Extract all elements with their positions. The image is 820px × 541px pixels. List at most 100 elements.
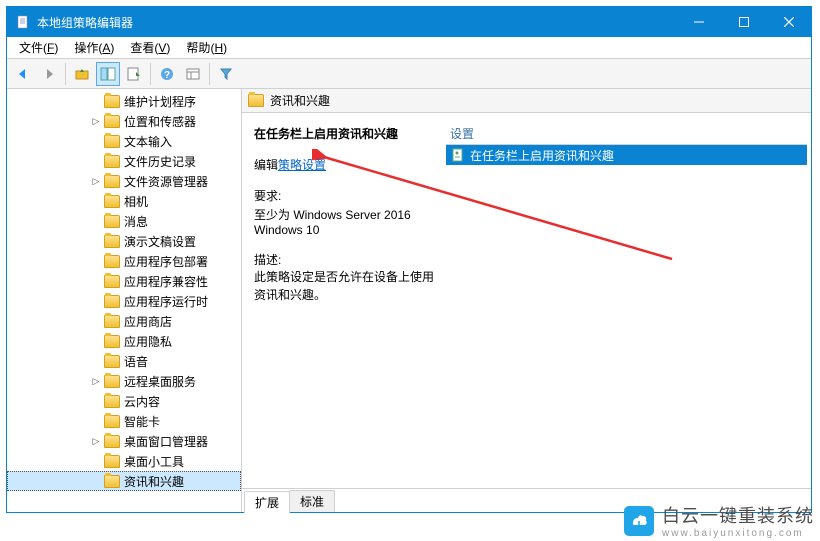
settings-row[interactable]: 在任务栏上启用资讯和兴趣 (446, 145, 807, 165)
content-area: 维护计划程序 ▷ 位置和传感器文本输入文件历史记录 ▷ 文件资源管理器相机消息演示文稿设… (7, 89, 811, 512)
menu-action[interactable]: 操作(A) (66, 37, 122, 58)
description-label: 描述: (254, 251, 438, 268)
tree-item-label: 资讯和兴趣 (124, 473, 184, 490)
tree-item[interactable]: ▷ 远程桌面服务 (7, 371, 241, 391)
current-folder-label: 资讯和兴趣 (270, 92, 330, 109)
tree-item[interactable]: 文件历史记录 (7, 151, 241, 171)
folder-icon (104, 455, 120, 468)
tree-item-label: 应用程序兼容性 (124, 273, 208, 290)
folder-icon (104, 175, 120, 188)
expand-icon[interactable]: ▷ (90, 175, 102, 187)
tree-item[interactable]: 云内容 (7, 391, 241, 411)
expand-spacer (90, 95, 102, 107)
tree-item[interactable]: 应用程序兼容性 (7, 271, 241, 291)
back-button[interactable] (11, 62, 35, 86)
maximize-button[interactable] (721, 7, 766, 37)
tree-item[interactable]: 桌面小工具 (7, 451, 241, 471)
app-icon (15, 14, 31, 30)
tree-item-label: 云内容 (124, 393, 160, 410)
requirements-label: 要求: (254, 187, 438, 204)
tree-item-label: 位置和传感器 (124, 113, 196, 130)
folder-icon (104, 275, 120, 288)
menubar: 文件(F) 操作(A) 查看(V) 帮助(H) (7, 37, 811, 59)
tree-item-label: 语音 (124, 353, 148, 370)
tree-item-label: 远程桌面服务 (124, 373, 196, 390)
detail-pane: 在任务栏上启用资讯和兴趣 编辑策略设置 要求: 至少为 Windows Serv… (246, 123, 446, 484)
tree-item-label: 维护计划程序 (124, 93, 196, 110)
expand-spacer (90, 335, 102, 347)
export-button[interactable] (122, 62, 146, 86)
tree-item-label: 桌面小工具 (124, 453, 184, 470)
right-header: 资讯和兴趣 (242, 89, 811, 113)
menu-view[interactable]: 查看(V) (122, 37, 178, 58)
tree-item[interactable]: 应用程序运行时 (7, 291, 241, 311)
menu-file[interactable]: 文件(F) (11, 37, 66, 58)
expand-spacer (90, 155, 102, 167)
tree-item-label: 文件资源管理器 (124, 173, 208, 190)
watermark-url: www.baiyunxitong.com (662, 528, 814, 539)
tree-item[interactable]: 相机 (7, 191, 241, 211)
show-tree-button[interactable] (96, 62, 120, 86)
expand-spacer (90, 475, 102, 487)
settings-column-header[interactable]: 设置 (446, 123, 807, 145)
separator (150, 63, 151, 85)
tree-item-label: 智能卡 (124, 413, 160, 430)
expand-icon[interactable]: ▷ (90, 375, 102, 387)
minimize-button[interactable] (676, 7, 721, 37)
tree-item-label: 文本输入 (124, 133, 172, 150)
tree-item-label: 演示文稿设置 (124, 233, 196, 250)
tree-item-label: 应用商店 (124, 313, 172, 330)
up-folder-button[interactable] (70, 62, 94, 86)
tree-item[interactable]: 文本输入 (7, 131, 241, 151)
folder-icon (104, 375, 120, 388)
tree-item[interactable]: 应用商店 (7, 311, 241, 331)
tree-item[interactable]: ▷ 位置和传感器 (7, 111, 241, 131)
expand-icon[interactable]: ▷ (90, 435, 102, 447)
right-panel: 资讯和兴趣 在任务栏上启用资讯和兴趣 编辑策略设置 要求: 至少为 Window… (242, 89, 811, 512)
close-button[interactable] (766, 7, 811, 37)
tree-item[interactable]: 资讯和兴趣 (7, 471, 241, 491)
tree-item[interactable]: 演示文稿设置 (7, 231, 241, 251)
expand-icon[interactable]: ▷ (90, 115, 102, 127)
menu-help[interactable]: 帮助(H) (178, 37, 235, 58)
expand-spacer (90, 255, 102, 267)
tree-item[interactable]: 应用隐私 (7, 331, 241, 351)
separator (209, 63, 210, 85)
folder-icon (104, 355, 120, 368)
tree-panel[interactable]: 维护计划程序 ▷ 位置和传感器文本输入文件历史记录 ▷ 文件资源管理器相机消息演示文稿设… (7, 89, 242, 512)
watermark-logo-icon (624, 506, 654, 536)
folder-icon (104, 155, 120, 168)
tree-item[interactable]: 维护计划程序 (7, 91, 241, 111)
tree-item[interactable]: 消息 (7, 211, 241, 231)
titlebar: 本地组策略编辑器 (7, 7, 811, 37)
tree-item-label: 应用隐私 (124, 333, 172, 350)
window-title: 本地组策略编辑器 (37, 14, 676, 31)
tree-item[interactable]: ▷ 文件资源管理器 (7, 171, 241, 191)
filter-button[interactable] (214, 62, 238, 86)
forward-button[interactable] (37, 62, 61, 86)
help-button[interactable]: ? (155, 62, 179, 86)
tab-extended[interactable]: 扩展 (244, 491, 290, 513)
properties-button[interactable] (181, 62, 205, 86)
policy-title: 在任务栏上启用资讯和兴趣 (254, 125, 438, 142)
expand-spacer (90, 295, 102, 307)
tree-item-label: 应用程序运行时 (124, 293, 208, 310)
expand-spacer (90, 395, 102, 407)
folder-icon (104, 295, 120, 308)
folder-icon (104, 415, 120, 428)
tab-standard[interactable]: 标准 (289, 490, 335, 512)
expand-spacer (90, 235, 102, 247)
tree-item-label: 消息 (124, 213, 148, 230)
expand-spacer (90, 315, 102, 327)
tree-item[interactable]: ▷桌面窗口管理器 (7, 431, 241, 451)
tree-item-label: 相机 (124, 193, 148, 210)
tree-item[interactable]: 智能卡 (7, 411, 241, 431)
folder-icon (248, 94, 264, 107)
tree-item[interactable]: 语音 (7, 351, 241, 371)
policy-icon (450, 147, 466, 163)
edit-policy-link[interactable]: 策略设置 (278, 158, 326, 172)
expand-spacer (90, 415, 102, 427)
watermark: 白云一键重装系统 www.baiyunxitong.com (624, 502, 814, 539)
tree-item[interactable]: 应用程序包部署 (7, 251, 241, 271)
folder-icon (104, 315, 120, 328)
